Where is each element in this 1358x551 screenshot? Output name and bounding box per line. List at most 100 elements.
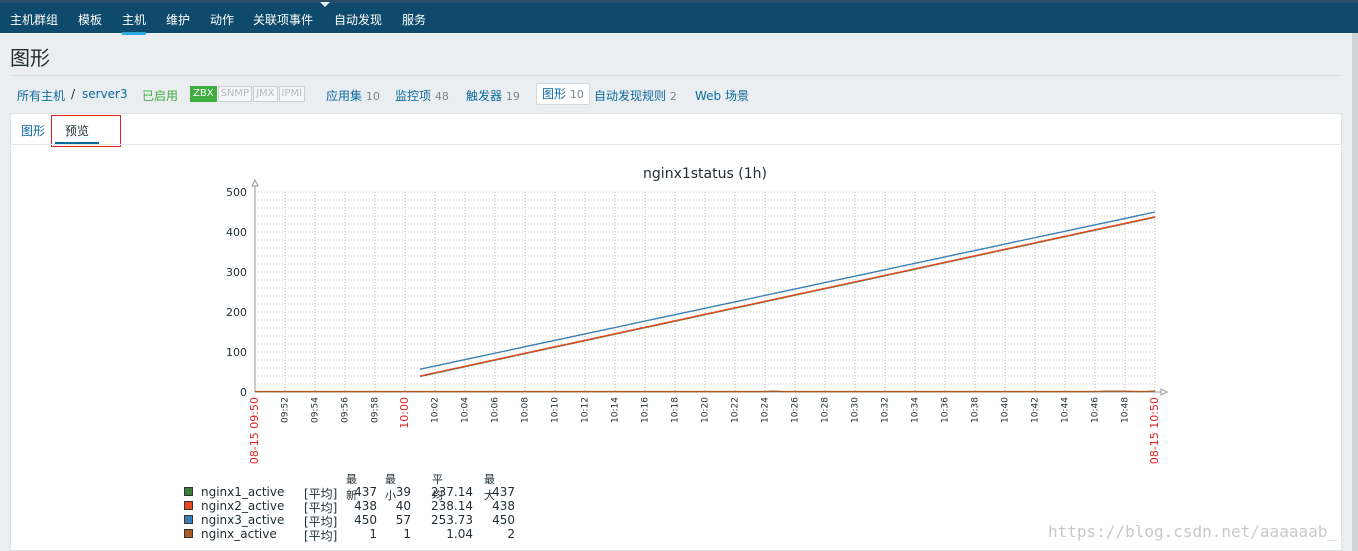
legend-swatch bbox=[184, 529, 193, 538]
nav-maintenance[interactable]: 维护 bbox=[166, 11, 190, 28]
host-subnav: 所有主机 / server3 已启用 ZBX SNMP JMX IPMI 应用集… bbox=[10, 75, 1342, 114]
subnav-graphs[interactable]: 图形 10 bbox=[536, 83, 590, 105]
legend-avg: 238.14 bbox=[431, 499, 473, 513]
x-tick-label: 10:16 bbox=[641, 397, 651, 423]
chart-title: nginx1status (1h) bbox=[643, 166, 767, 182]
breadcrumb-separator: / bbox=[71, 87, 76, 101]
x-start-label: 08-15 09:50 bbox=[248, 397, 261, 464]
legend-max: 2 bbox=[507, 527, 515, 541]
triggers-count: 19 bbox=[505, 90, 520, 103]
y-axis-arrow-icon bbox=[251, 178, 259, 187]
legend-avg: 1.04 bbox=[446, 527, 473, 541]
nav-hosts[interactable]: 主机 bbox=[122, 11, 147, 35]
discovery-rules-label: 自动发现规则 bbox=[594, 89, 667, 103]
y-tick-label: 500 bbox=[226, 186, 247, 199]
legend-last: 437 bbox=[354, 485, 377, 499]
availability-badges: ZBX SNMP JMX IPMI bbox=[190, 86, 306, 102]
triggers-label: 触发器 bbox=[466, 89, 503, 103]
legend-max: 437 bbox=[492, 485, 515, 499]
graph-panel: 图形 预览 nginx1status (1h) 0 100 200 300 400 500 0… bbox=[10, 113, 1342, 551]
y-tick-label: 200 bbox=[226, 306, 247, 319]
badge-jmx: JMX bbox=[253, 86, 278, 102]
legend-series-name: nginx1_active bbox=[201, 485, 285, 499]
x-tick-label: 10:06 bbox=[491, 397, 501, 423]
legend-min: 1 bbox=[403, 527, 411, 541]
nav-host-groups[interactable]: 主机群组 bbox=[10, 11, 58, 28]
legend-swatch bbox=[184, 515, 193, 524]
x-tick-label: 09:54 bbox=[311, 397, 321, 423]
x-tick-label: 10:40 bbox=[1001, 397, 1011, 423]
legend-series-name: nginx2_active bbox=[201, 499, 285, 513]
legend-swatch bbox=[184, 487, 193, 496]
page-title: 图形 bbox=[10, 46, 50, 70]
legend-min: 40 bbox=[395, 499, 411, 513]
legend-last: 438 bbox=[354, 499, 377, 513]
x-tick-label: 09:52 bbox=[281, 397, 291, 423]
page-scrollbar[interactable] bbox=[1352, 33, 1358, 551]
x-tick-label: 10:48 bbox=[1121, 397, 1131, 423]
x-tick-label: 10:46 bbox=[1091, 397, 1101, 423]
legend-max: 450 bbox=[492, 513, 515, 527]
x-tick-label: 10:12 bbox=[581, 397, 591, 423]
subnav-items[interactable]: 监控项 48 bbox=[395, 87, 449, 104]
applications-label: 应用集 bbox=[326, 89, 363, 103]
nav-correlation[interactable]: 关联项事件 bbox=[253, 11, 313, 28]
x-tick-label: 10:04 bbox=[461, 397, 471, 423]
legend-avg: 253.73 bbox=[431, 513, 473, 527]
subnav-triggers[interactable]: 触发器 19 bbox=[466, 87, 520, 104]
y-tick-label: 400 bbox=[226, 226, 247, 239]
y-tick-label: 100 bbox=[226, 346, 247, 359]
x-tick-label: 10:00 bbox=[398, 397, 411, 429]
legend-last: 450 bbox=[354, 513, 377, 527]
nav-services[interactable]: 服务 bbox=[402, 11, 426, 28]
watermark: https://blog.csdn.net/aaaaaab_ bbox=[1048, 522, 1337, 541]
x-tick-label: 10:22 bbox=[731, 397, 741, 423]
x-tick-label: 10:02 bbox=[431, 397, 441, 423]
badge-ipmi: IPMI bbox=[278, 86, 306, 102]
nav-actions[interactable]: 动作 bbox=[210, 11, 234, 28]
subnav-applications[interactable]: 应用集 10 bbox=[326, 87, 380, 104]
items-count: 48 bbox=[434, 90, 449, 103]
x-tick-label: 10:26 bbox=[791, 397, 801, 423]
x-tick-label: 10:38 bbox=[971, 397, 981, 423]
x-tick-label: 10:36 bbox=[941, 397, 951, 423]
legend-series-name: nginx3_active bbox=[201, 513, 285, 527]
legend-max: 438 bbox=[492, 499, 515, 513]
legend-func: [平均] bbox=[304, 529, 338, 543]
items-label: 监控项 bbox=[395, 89, 432, 103]
badge-snmp: SNMP bbox=[217, 86, 253, 102]
host-status[interactable]: 已启用 bbox=[142, 87, 178, 104]
x-tick-label: 10:08 bbox=[521, 397, 531, 423]
legend-min: 57 bbox=[395, 513, 411, 527]
legend-last: 1 bbox=[369, 527, 377, 541]
legend-avg: 237.14 bbox=[431, 485, 473, 499]
x-tick-label: 09:58 bbox=[371, 397, 381, 423]
discovery-rules-count: 2 bbox=[669, 90, 677, 103]
breadcrumb-host[interactable]: server3 bbox=[82, 87, 128, 101]
subnav-web-scenarios[interactable]: Web 场景 bbox=[695, 87, 749, 104]
x-tick-label: 10:34 bbox=[911, 397, 921, 423]
applications-count: 10 bbox=[365, 90, 380, 103]
x-tick-label: 10:42 bbox=[1031, 397, 1041, 423]
top-navigation: 主机群组 模板 主机 维护 动作 关联项事件 自动发现 服务 bbox=[0, 0, 1358, 35]
x-tick-label: 10:44 bbox=[1061, 397, 1071, 423]
legend-swatch bbox=[184, 501, 193, 510]
nav-discovery[interactable]: 自动发现 bbox=[334, 11, 382, 28]
legend-min: 39 bbox=[395, 485, 411, 499]
x-tick-label: 10:28 bbox=[821, 397, 831, 423]
graphs-label: 图形 bbox=[542, 87, 567, 101]
x-end-label: 08-15 10:50 bbox=[1148, 397, 1161, 464]
nav-templates[interactable]: 模板 bbox=[78, 11, 102, 28]
x-tick-label: 10:32 bbox=[881, 397, 891, 423]
x-tick-label: 10:14 bbox=[611, 397, 621, 423]
subnav-discovery-rules[interactable]: 自动发现规则 2 bbox=[594, 87, 677, 104]
x-tick-label: 10:30 bbox=[851, 397, 861, 423]
breadcrumb-all-hosts[interactable]: 所有主机 bbox=[17, 87, 65, 104]
active-menu-caret-icon bbox=[320, 2, 330, 7]
graphs-count: 10 bbox=[569, 88, 584, 101]
legend-series-name: nginx_active bbox=[201, 527, 277, 541]
y-tick-label: 0 bbox=[240, 386, 247, 399]
x-tick-label: 10:20 bbox=[701, 397, 711, 423]
x-tick-label: 09:56 bbox=[341, 397, 351, 423]
x-axis-arrow-icon bbox=[1160, 388, 1169, 396]
